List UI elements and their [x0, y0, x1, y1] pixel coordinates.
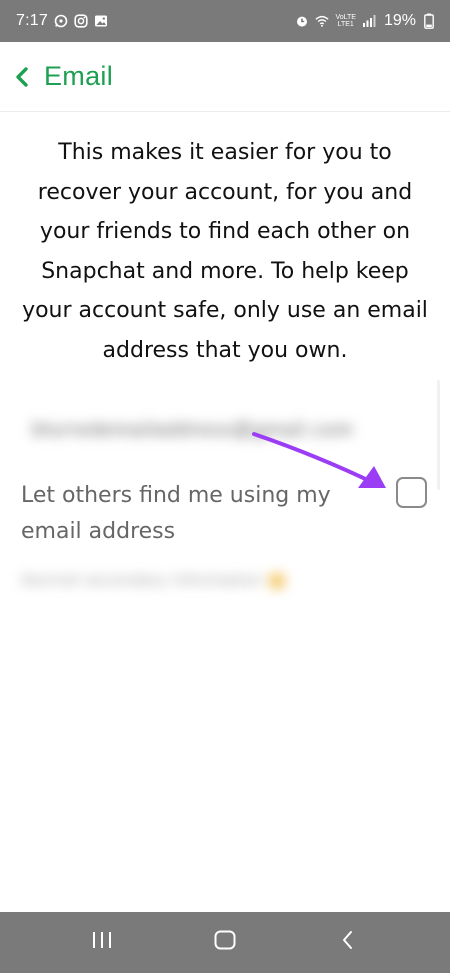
blurred-secondary-line: blurred secondary information: [22, 568, 322, 594]
home-button[interactable]: [195, 923, 255, 963]
arrow-annotation: [252, 432, 386, 488]
instagram-icon: [74, 14, 88, 28]
status-right: VoLTE LTE1 19%: [295, 12, 436, 30]
description-text: This makes it easier for you to recover …: [22, 140, 428, 363]
lte-badge: VoLTE LTE1: [335, 14, 356, 28]
recents-button[interactable]: [72, 923, 132, 963]
lte-bottom: LTE1: [337, 21, 354, 28]
find-by-email-checkbox[interactable]: [396, 477, 427, 508]
status-dot: [268, 573, 285, 589]
header: Email: [0, 42, 450, 112]
lte-top: VoLTE: [335, 14, 356, 21]
battery-icon: [422, 13, 436, 29]
nav-back-icon: [340, 929, 356, 956]
whatsapp-icon: [54, 14, 68, 28]
secondary-value: blurred secondary information: [22, 572, 263, 589]
chevron-left-icon: [14, 65, 34, 89]
status-bar: 7:17 VoLTE LTE1 19%: [0, 0, 450, 42]
signal-icon: [362, 14, 376, 28]
wifi-icon: [315, 14, 330, 28]
back-button[interactable]: Email: [14, 61, 113, 92]
alarm-icon: [295, 14, 309, 28]
nav-back-button[interactable]: [318, 923, 378, 963]
scroll-indicator: [437, 380, 440, 490]
status-time: 7:17: [16, 12, 48, 29]
gallery-icon: [94, 14, 108, 28]
page-title: Email: [44, 61, 114, 91]
recents-icon: [91, 930, 113, 955]
home-icon: [213, 929, 237, 956]
status-left: 7:17: [16, 12, 108, 30]
navigation-bar: [0, 912, 450, 973]
battery-percentage: 19%: [383, 12, 416, 29]
